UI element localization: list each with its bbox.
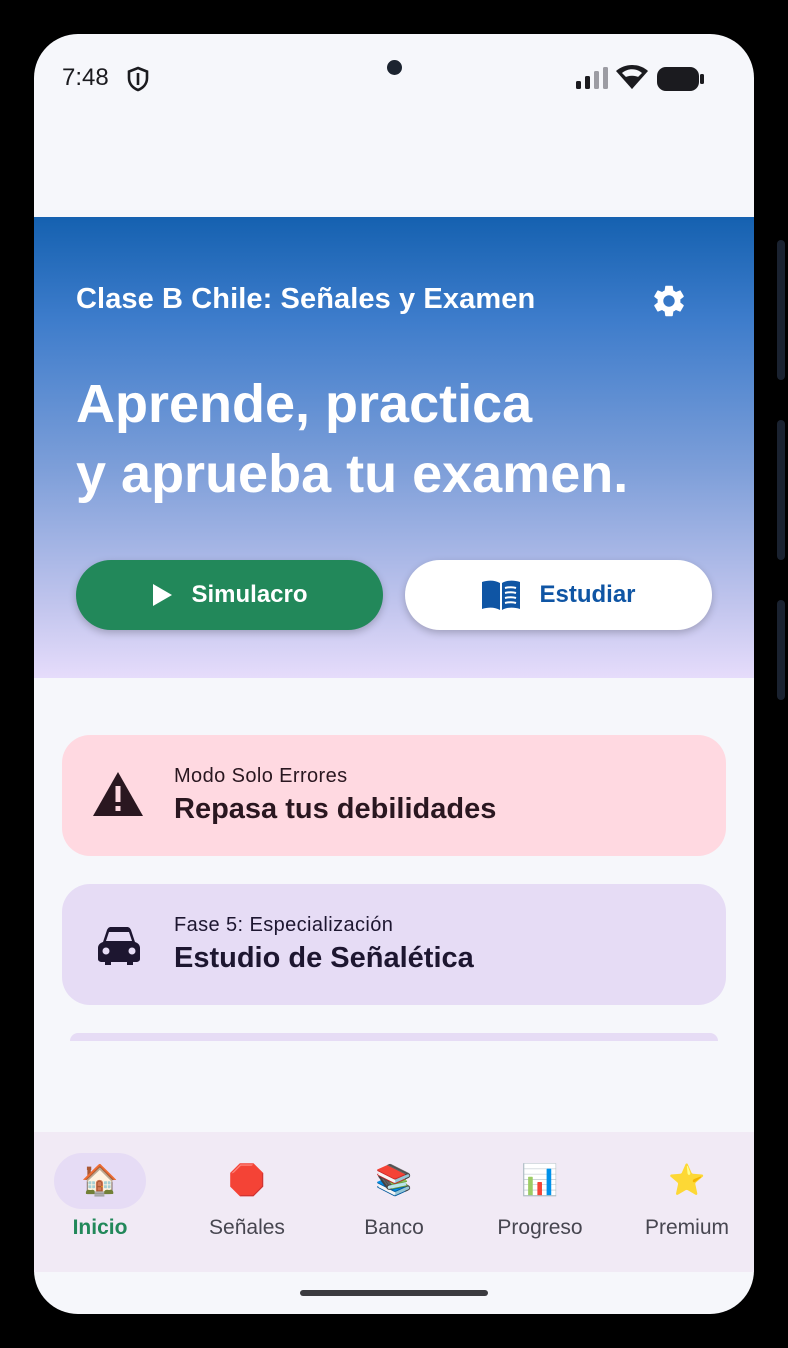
headline-line-1: Aprende, practica [76, 374, 533, 434]
headline: Aprende, practica y aprueba tu examen. [76, 369, 628, 509]
estudiar-label: Estudiar [539, 581, 636, 608]
car-icon [98, 927, 140, 965]
wifi-icon [616, 65, 648, 89]
error-card-subtitle: Modo Solo Errores [174, 765, 348, 787]
nav-item-premium[interactable]: ⭐ Premium [610, 1132, 754, 1272]
next-card-peek[interactable] [70, 1033, 718, 1041]
volume-down-button[interactable] [777, 420, 785, 560]
open-book-icon [482, 580, 521, 610]
nav-label-senales: Señales [209, 1216, 285, 1239]
play-icon [153, 584, 173, 606]
nav-label-premium: Premium [644, 1216, 729, 1239]
stop-sign-icon: 🛑 [228, 1163, 266, 1198]
battery-icon [657, 67, 704, 91]
error-mode-card[interactable]: Modo Solo Errores Repasa tus debilidades [62, 735, 726, 856]
phase-card[interactable]: Fase 5: Especialización Estudio de Señal… [62, 884, 726, 1005]
nav-label-banco: Banco [364, 1216, 424, 1239]
signal-icon [576, 67, 608, 89]
nav-item-progreso[interactable]: 📊 Progreso [466, 1132, 610, 1272]
headline-line-2: y aprueba tu examen. [76, 444, 629, 504]
nav-item-inicio[interactable]: 🏠 Inicio [34, 1132, 178, 1272]
simulacro-button[interactable]: Simulacro [76, 560, 383, 630]
status-bar: 7:48 [34, 34, 754, 124]
phase-card-subtitle: Fase 5: Especialización [174, 914, 394, 936]
power-button[interactable] [777, 600, 785, 700]
nav-item-banco[interactable]: 📚 Banco [322, 1132, 466, 1272]
books-icon: 📚 [375, 1163, 413, 1198]
bar-chart-icon: 📊 [521, 1163, 559, 1198]
home-icon: 🏠 [81, 1163, 119, 1198]
estudiar-button[interactable]: Estudiar [405, 560, 712, 630]
nav-label-progreso: Progreso [497, 1216, 583, 1239]
volume-up-button[interactable] [777, 240, 785, 380]
front-camera [387, 60, 402, 75]
error-card-title: Repasa tus debilidades [174, 793, 497, 825]
star-icon: ⭐ [668, 1163, 706, 1198]
phone-screen: 7:48 Clase B Chile: Señales y Examen Apr… [34, 34, 754, 1314]
shield-icon [127, 66, 149, 92]
bottom-navigation: 🏠 Inicio 🛑 Señales 📚 Banco 📊 Progreso ⭐ … [34, 1132, 754, 1272]
phase-card-title: Estudio de Señalética [174, 942, 474, 974]
app-title: Clase B Chile: Señales y Examen [76, 283, 536, 315]
nav-item-senales[interactable]: 🛑 Señales [178, 1132, 322, 1272]
nav-label-inicio: Inicio [72, 1216, 128, 1239]
settings-gear-icon[interactable] [650, 282, 688, 320]
simulacro-label: Simulacro [191, 581, 308, 608]
home-indicator[interactable] [300, 1290, 488, 1296]
status-time: 7:48 [62, 64, 109, 91]
warning-icon [93, 772, 143, 816]
hero-banner: Clase B Chile: Señales y Examen Aprende,… [34, 217, 754, 678]
